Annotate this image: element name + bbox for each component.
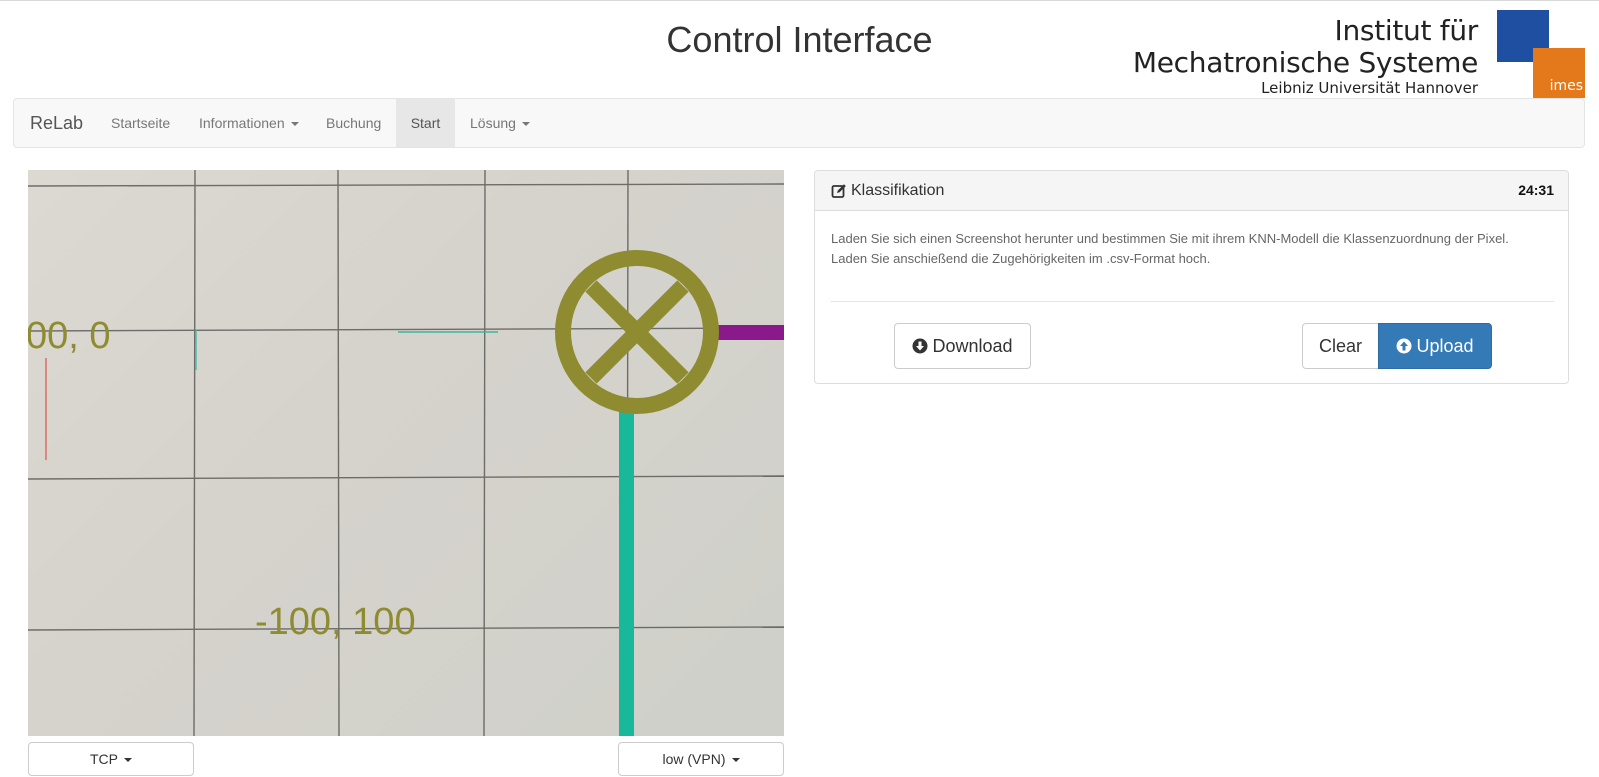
nav-item-buchung[interactable]: Buchung — [311, 99, 396, 147]
download-button[interactable]: Download — [894, 323, 1031, 369]
nav-item-label: Start — [410, 115, 441, 131]
session-timer: 24:31 — [1518, 182, 1554, 198]
upload-icon — [1396, 338, 1412, 354]
top-border — [0, 0, 1599, 1]
logo-line-3: Leibniz Universität Hannover — [1261, 79, 1478, 97]
edit-icon — [831, 184, 846, 198]
caret-down-icon — [521, 122, 530, 127]
caret-down-icon — [731, 758, 740, 763]
download-icon — [912, 338, 928, 354]
download-label: Download — [932, 336, 1013, 356]
navbar-brand[interactable]: ReLab — [30, 113, 83, 134]
purple-track — [718, 325, 784, 340]
nav-item-informationen[interactable]: Informationen — [184, 99, 314, 147]
quality-select-value: low (VPN) — [662, 751, 726, 767]
upload-label: Upload — [1416, 336, 1474, 356]
logo-line-2: Mechatronische Systeme — [1132, 46, 1478, 79]
panel-heading: Klassifikation 24:31 — [815, 171, 1568, 211]
panel-divider — [831, 301, 1554, 302]
clear-label: Clear — [1318, 336, 1362, 356]
protocol-select-value: TCP — [90, 751, 118, 767]
logo-line-1: Institut für — [1334, 14, 1479, 47]
logo-short-name: imes — [1549, 78, 1583, 94]
caret-down-icon — [124, 758, 132, 763]
crosshair-marker — [555, 250, 719, 414]
panel-instructions: Laden Sie sich einen Screenshot herunter… — [831, 231, 1509, 266]
nav-item-startseite[interactable]: Startseite — [96, 99, 185, 147]
grid-lines — [28, 170, 784, 736]
nav-item-label: Informationen — [199, 115, 285, 131]
navbar: ReLab Startseite Informationen Buchung S… — [13, 98, 1585, 148]
camera-feed[interactable]: 00, 0 -100, 100 — [28, 170, 784, 736]
camera-image: 00, 0 -100, 100 — [28, 170, 784, 736]
coord-label-2: -100, 100 — [255, 601, 416, 643]
teal-track — [619, 408, 634, 736]
nav-item-label: Buchung — [326, 115, 382, 131]
nav-item-start[interactable]: Start — [396, 99, 455, 147]
protocol-select[interactable]: TCP — [28, 742, 194, 776]
clear-button[interactable]: Clear — [1302, 323, 1379, 369]
nav-item-label: Startseite — [111, 115, 171, 131]
classification-panel: Klassifikation 24:31 Laden Sie sich eine… — [814, 170, 1569, 384]
caret-down-icon — [290, 122, 299, 127]
quality-select[interactable]: low (VPN) — [618, 742, 784, 776]
coord-label-1: 00, 0 — [28, 315, 111, 357]
panel-title: Klassifikation — [851, 182, 945, 199]
nav-item-label: Lösung — [470, 115, 516, 131]
nav-item-loesung[interactable]: Lösung — [455, 99, 545, 147]
upload-button[interactable]: Upload — [1378, 323, 1492, 369]
